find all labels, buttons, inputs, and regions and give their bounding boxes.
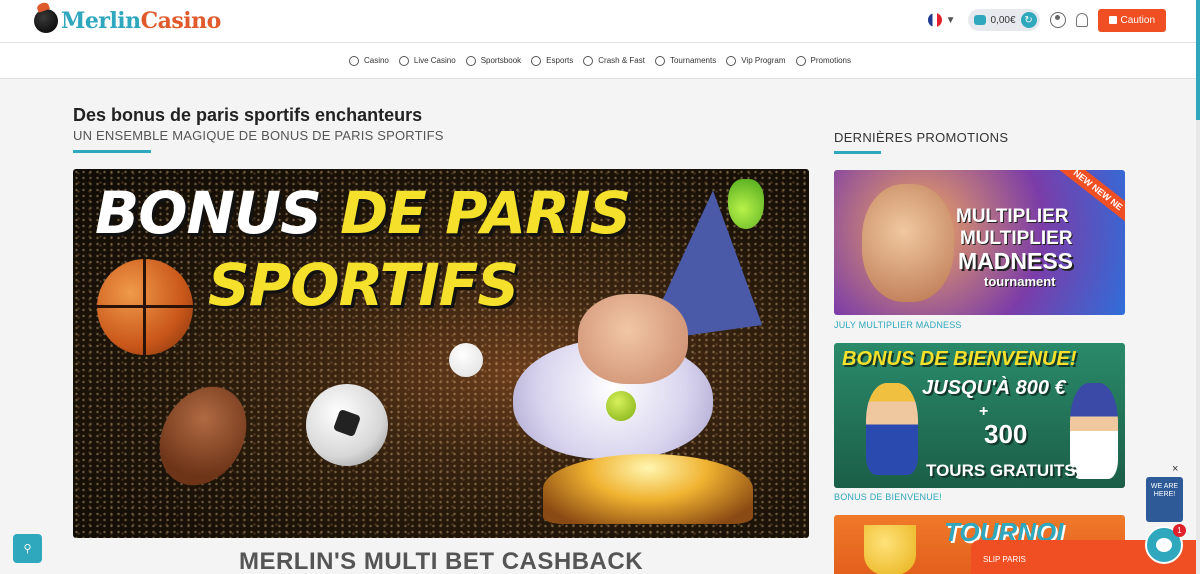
promo-line: 300 xyxy=(984,419,1028,449)
promo-card-welcome-bonus[interactable]: BONUS DE BIENVENUE! JUSQU'À 800 € + 300 … xyxy=(834,343,1125,488)
nav-item-label: Crash & Fast xyxy=(598,56,645,65)
title-underline xyxy=(73,150,151,153)
chat-button[interactable]: 1 xyxy=(1145,524,1186,564)
nav-item-label: Vip Program xyxy=(741,56,786,65)
search-icon: ⚲ xyxy=(23,543,32,555)
promotions-icon xyxy=(795,55,806,66)
banner-title-line1: BONUS DE PARIS xyxy=(95,179,631,247)
user-account-icon[interactable] xyxy=(1049,12,1066,28)
nav-item-label: Sportsbook xyxy=(480,56,522,65)
chevron-down-icon[interactable]: ▼ xyxy=(946,15,956,26)
section-heading: MERLIN'S MULTI BET CASHBACK xyxy=(238,548,644,574)
deposit-button[interactable]: Caution xyxy=(1097,8,1166,32)
scrollbar-thumb[interactable] xyxy=(1196,0,1200,120)
nav-item-sportsbook[interactable]: Sportsbook xyxy=(465,55,522,66)
trophy-image xyxy=(864,525,916,574)
logo-ball-icon xyxy=(34,9,58,33)
header-actions: ▼ 0,00€ ↻ Caution xyxy=(927,8,1166,32)
we-are-here-badge[interactable]: WE ARE HERE! xyxy=(1146,477,1183,522)
nav-item-label: Tournaments xyxy=(669,56,717,65)
nav-item-vip-program[interactable]: Vip Program xyxy=(726,55,786,66)
wallet-icon xyxy=(973,15,986,25)
page-scrollbar[interactable] xyxy=(1196,0,1200,574)
page-subtitle: UN ENSEMBLE MAGIQUE DE BONUS DE PARIS SP… xyxy=(73,128,444,143)
deposit-icon xyxy=(1108,16,1117,24)
nav-item-label: Live Casino xyxy=(413,56,456,65)
nav-item-tournaments[interactable]: Tournaments xyxy=(654,55,717,66)
logo-text-casino: Casino xyxy=(140,8,222,34)
promo-label-welcome-bonus[interactable]: BONUS DE BIENVENUE! xyxy=(834,492,942,502)
tournaments-icon xyxy=(654,55,665,66)
chat-bubble-icon xyxy=(1156,538,1172,552)
nav-item-promotions[interactable]: Promotions xyxy=(795,55,852,66)
nav-item-crash-fast[interactable]: Crash & Fast xyxy=(583,55,645,66)
search-button[interactable]: ⚲ xyxy=(13,534,42,563)
close-icon[interactable]: × xyxy=(1172,463,1178,475)
bell-icon[interactable] xyxy=(1075,13,1088,27)
promo-card-multiplier-madness[interactable]: NEW NEW NE MULTIPLIER MULTIPLIER MADNESS… xyxy=(834,170,1125,315)
vip-icon xyxy=(726,55,737,66)
refresh-icon[interactable]: ↻ xyxy=(1020,12,1037,28)
logo-text: MerlinCasino xyxy=(61,8,221,34)
nav-item-label: Esports xyxy=(546,56,574,65)
nav-item-live-casino[interactable]: Live Casino xyxy=(398,55,456,66)
latest-promotions-title: DERNIÈRES PROMOTIONS xyxy=(834,130,1009,145)
nav-item-label: Promotions xyxy=(810,56,852,65)
promo-line: MULTIPLIER xyxy=(960,228,1073,249)
main-nav: Casino Live Casino Sportsbook Esports Cr… xyxy=(0,43,1200,79)
crazy-face-image xyxy=(862,184,954,302)
basketball-image xyxy=(97,259,193,355)
promo-line: JUSQU'À 800 € xyxy=(922,377,1066,399)
sports-bonus-banner: BONUS DE PARIS SPORTIFS xyxy=(73,169,809,538)
banner-title-white: BONUS xyxy=(95,179,341,247)
wallet-balance[interactable]: 0,00€ ↻ xyxy=(967,9,1040,31)
wizard-face-image xyxy=(578,294,688,384)
promo-line: TOURS GRATUITS xyxy=(926,461,1076,480)
balance-value: 0,00€ xyxy=(990,14,1016,26)
banner-title-line2: SPORTIFS xyxy=(208,251,519,319)
live-casino-icon xyxy=(398,55,409,66)
promo-line: MADNESS xyxy=(958,248,1074,274)
promo-line: BONUS DE BIENVENUE! xyxy=(842,348,1077,370)
logo-text-merlin: Merlin xyxy=(61,8,141,34)
promo-label-multiplier-madness[interactable]: JULY MULTIPLIER MADNESS xyxy=(834,320,962,330)
casino-icon xyxy=(348,55,359,66)
soccer-ball-image xyxy=(306,384,388,466)
tennis-ball-image xyxy=(606,391,636,421)
chat-notification-badge: 1 xyxy=(1173,524,1186,537)
merlin-casino-logo[interactable]: MerlinCasino xyxy=(34,4,221,38)
wizard-character-image xyxy=(1070,383,1118,479)
deposit-button-label: Caution xyxy=(1120,14,1155,26)
promo-line: tournament xyxy=(984,274,1056,289)
magic-book-image xyxy=(543,454,753,524)
banner-title-yellow: DE PARIS xyxy=(340,179,631,247)
nav-item-casino[interactable]: Casino xyxy=(348,55,389,66)
top-header: MerlinCasino ▼ 0,00€ ↻ Caution xyxy=(0,0,1200,43)
sportsbook-icon xyxy=(465,55,476,66)
baseball-image xyxy=(449,343,483,377)
promotions-underline xyxy=(834,151,881,154)
page-title: Des bonus de paris sportifs enchanteurs xyxy=(73,105,423,125)
flag-fr-icon[interactable] xyxy=(927,13,942,27)
nav-item-esports[interactable]: Esports xyxy=(531,55,574,66)
promo-line: MULTIPLIER xyxy=(956,206,1069,227)
king-character-image xyxy=(866,383,918,475)
esports-icon xyxy=(531,55,542,66)
nav-item-label: Casino xyxy=(363,56,389,65)
crash-fast-icon xyxy=(583,55,594,66)
